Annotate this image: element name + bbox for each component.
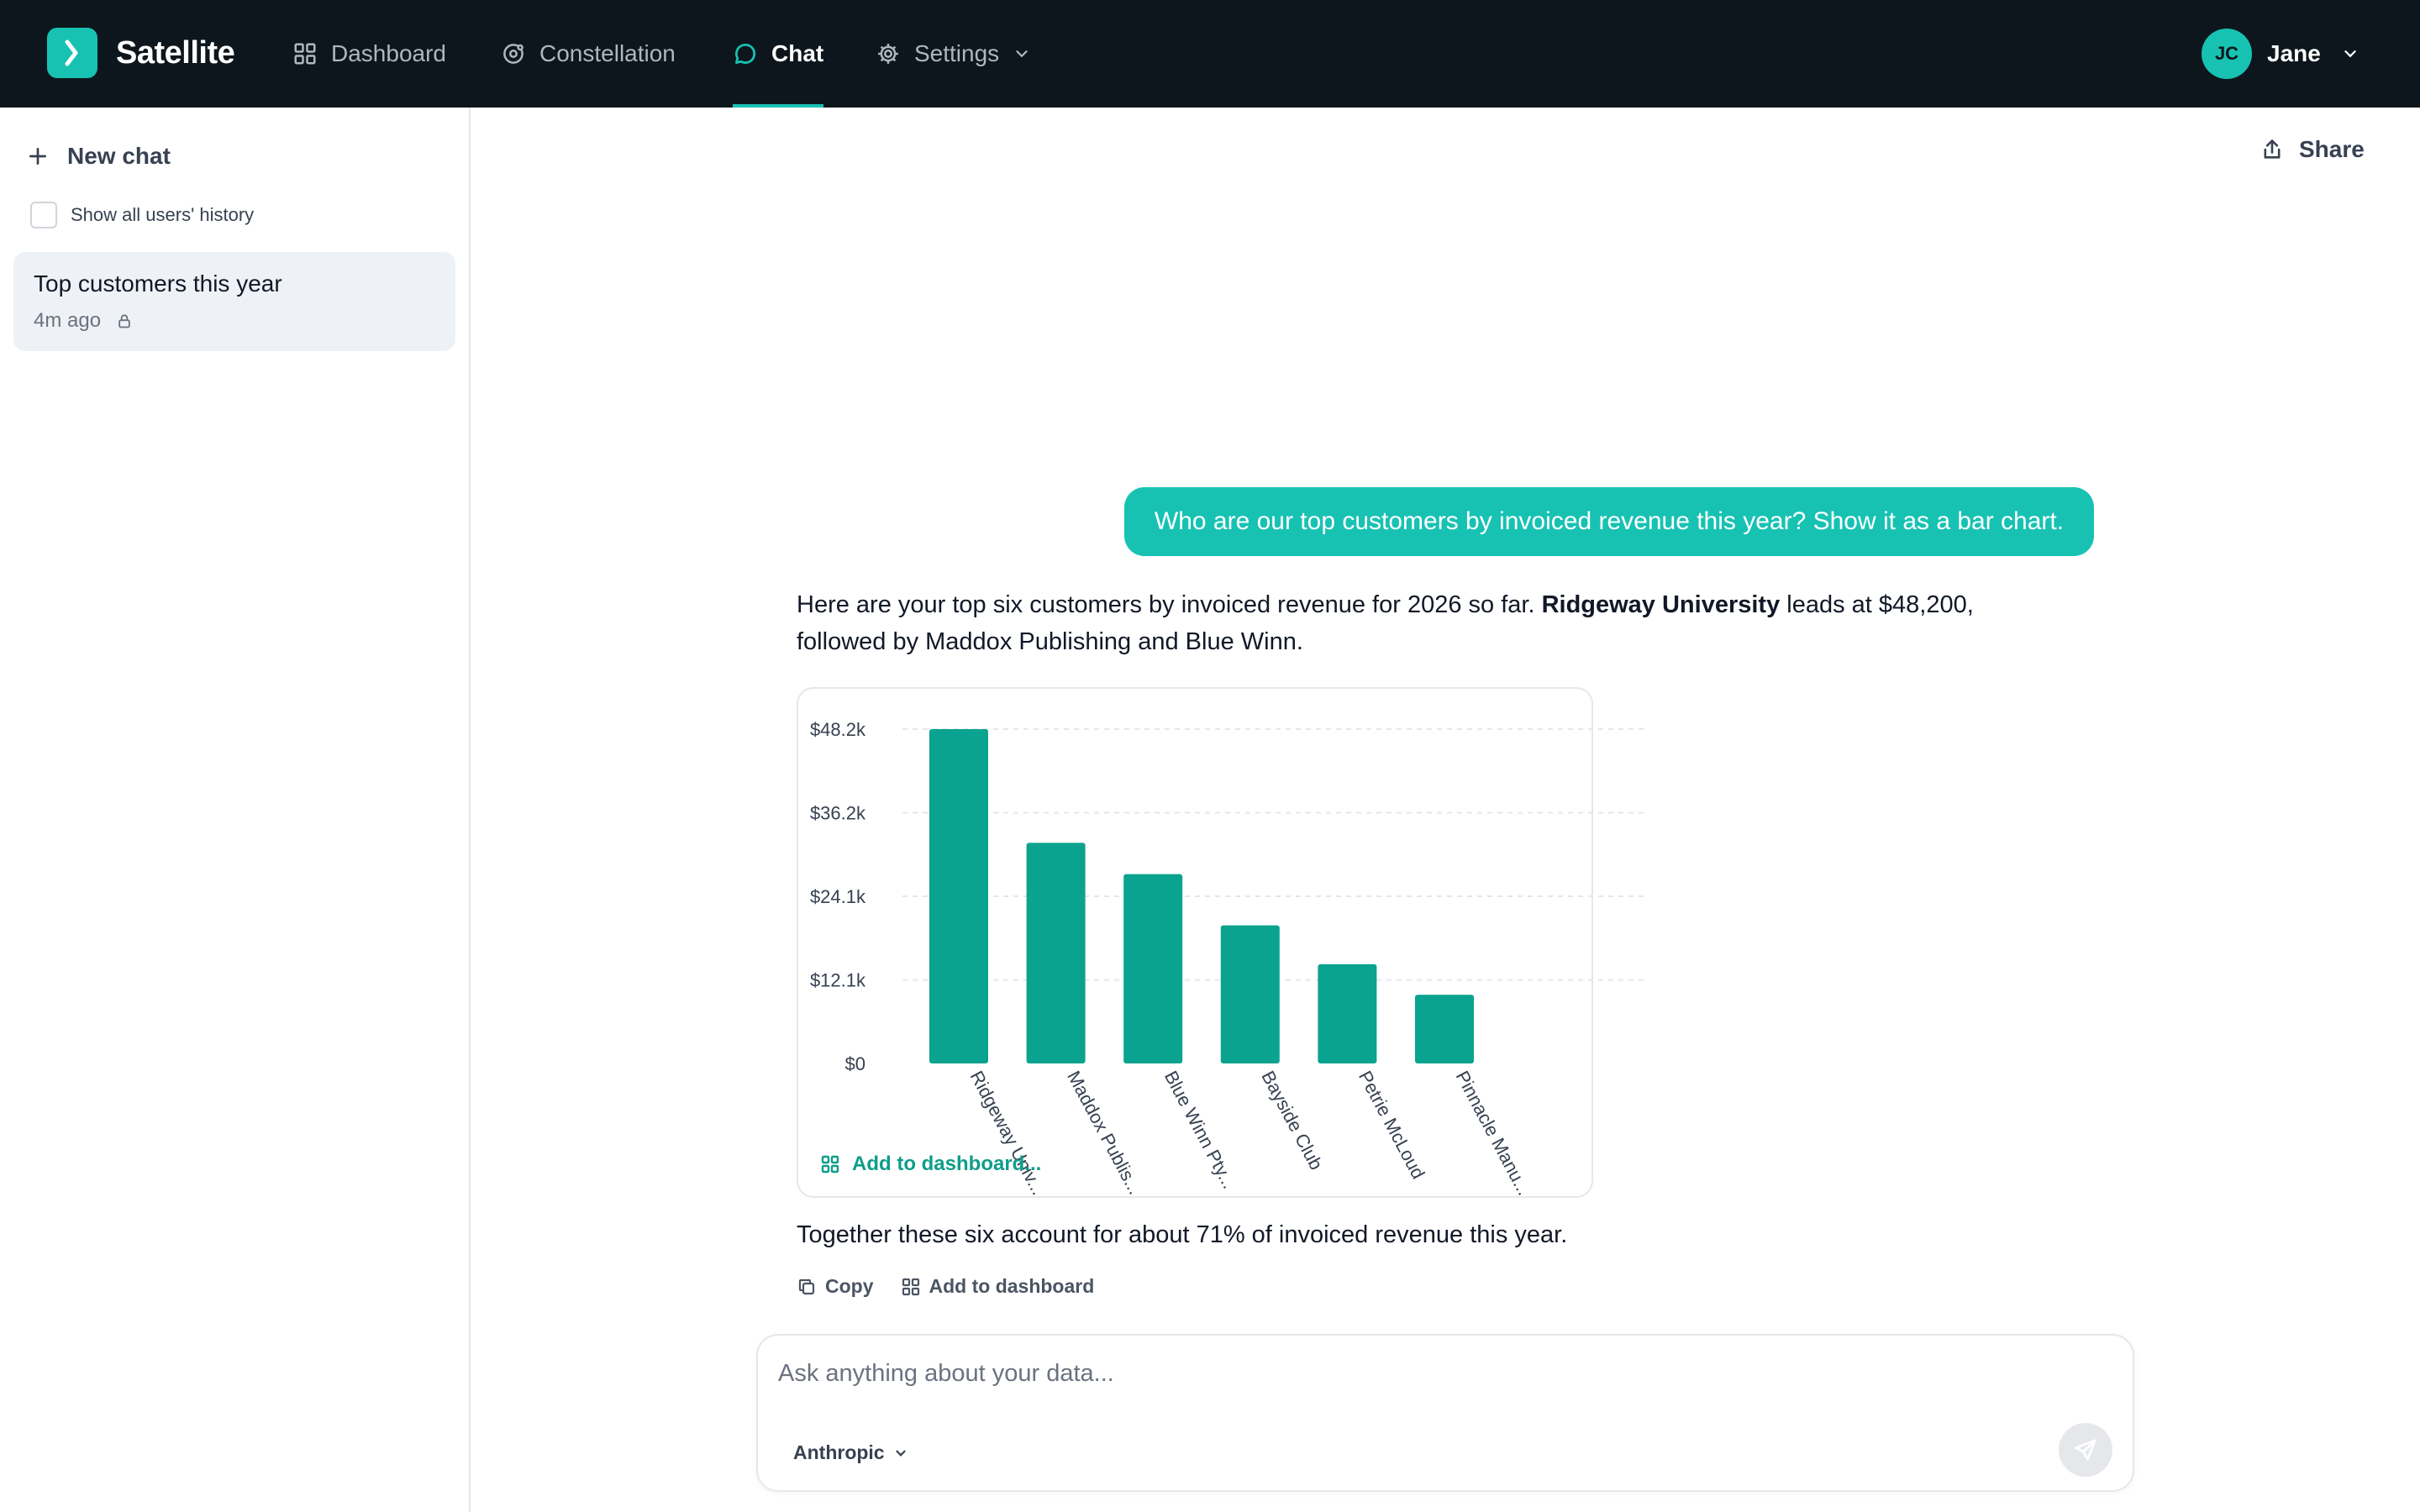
user-name: Jane	[2267, 40, 2321, 66]
share-label: Share	[2299, 136, 2365, 162]
nav-constellation[interactable]: Constellation	[501, 0, 676, 108]
chart-add-to-dashboard-label: Add to dashboard...	[852, 1152, 1042, 1175]
x-tick-label: Maddox Publis...	[1063, 1068, 1145, 1198]
history-item-meta: 4m ago	[34, 309, 133, 333]
send-icon	[2075, 1439, 2096, 1461]
nav-settings-label: Settings	[914, 40, 1000, 66]
history-item[interactable]: Top customers this year 4m ago	[13, 252, 455, 351]
y-tick-label: $24.1k	[810, 886, 866, 907]
nav-dashboard[interactable]: Dashboard	[292, 0, 446, 108]
lock-icon	[118, 314, 130, 328]
chat-sidebar: New chat Show all users' history Top cus…	[0, 108, 471, 1512]
x-tick-label: Blue Winn Pty...	[1160, 1068, 1240, 1192]
answer-highlight: Ridgeway University	[1541, 591, 1781, 618]
show-history-label: Show all users' history	[71, 204, 255, 225]
x-tick-label: Ridgeway Univ...	[966, 1068, 1050, 1199]
copy-icon	[798, 1278, 815, 1294]
assistant-message: Here are your top six customers by invoi…	[797, 586, 2057, 660]
nav-chat[interactable]: Chat	[733, 0, 824, 108]
y-tick-label: $48.2k	[810, 719, 866, 740]
add-to-dashboard-label: Add to dashboard	[929, 1275, 1095, 1297]
send-button[interactable]	[2059, 1423, 2112, 1477]
grid-icon	[294, 43, 316, 65]
x-tick-label: Bayside Club	[1257, 1068, 1327, 1173]
y-tick-label: $0	[845, 1053, 865, 1074]
bar-chart-card: $0 $12.1k $24.1k $36.2k $48.2k Ridgeway Univ.…	[797, 687, 1645, 1199]
bar	[1026, 843, 1086, 1063]
chat-input[interactable]	[778, 1352, 2039, 1394]
model-selector-label: Anthropic	[793, 1441, 885, 1463]
message-actions: Copy Add to dashboard	[797, 1275, 1121, 1298]
chevron-down-icon	[895, 1450, 906, 1457]
chat-bubble-icon	[735, 43, 756, 64]
gear-icon	[878, 44, 898, 64]
new-chat-label: New chat	[67, 143, 171, 169]
chevron-down-icon	[1016, 50, 1028, 58]
share-icon	[2264, 139, 2281, 159]
answer-text-start: Here are your top six customers by invoi…	[797, 591, 1542, 618]
bar	[1415, 995, 1474, 1063]
model-selector[interactable]: Anthropic	[793, 1441, 908, 1464]
history-item-title: Top customers this year	[34, 270, 282, 297]
message-composer: Anthropic	[756, 1334, 2134, 1492]
nav-constellation-label: Constellation	[539, 40, 676, 66]
copy-label: Copy	[825, 1275, 874, 1297]
grid-icon	[902, 1278, 919, 1295]
satellite-logo-icon	[47, 28, 97, 78]
app-name: Satellite	[116, 34, 235, 71]
share-button[interactable]: Share	[2260, 136, 2365, 163]
user-message: Who are our top customers by invoiced re…	[1124, 487, 2094, 556]
user-menu[interactable]: JC Jane	[2202, 29, 2360, 79]
y-tick-label: $36.2k	[810, 803, 866, 824]
grid-icon	[821, 1155, 839, 1173]
bar-chart: $0 $12.1k $24.1k $36.2k $48.2k Ridgeway Univ.…	[810, 719, 1645, 1199]
bar	[1123, 874, 1183, 1063]
orbit-icon	[503, 44, 523, 64]
bar	[929, 729, 988, 1063]
y-tick-label: $12.1k	[810, 970, 866, 991]
new-chat-button[interactable]: New chat	[27, 143, 171, 170]
bar	[1318, 963, 1377, 1063]
bar	[1220, 925, 1280, 1063]
x-tick-label: Pinnacle Manu...	[1452, 1068, 1535, 1199]
brand[interactable]: Satellite	[47, 28, 235, 78]
nav-settings[interactable]: Settings	[876, 0, 1031, 108]
x-tick-label: Petrie McLoud	[1355, 1068, 1429, 1183]
nav-dashboard-label: Dashboard	[331, 40, 446, 66]
history-item-time: 4m ago	[34, 309, 102, 332]
avatar: JC	[2202, 29, 2252, 79]
nav-chat-label: Chat	[771, 40, 824, 66]
chart-add-to-dashboard-button[interactable]: Add to dashboard...	[820, 1152, 1041, 1176]
assistant-summary: Together these six account for about 71%…	[797, 1221, 1568, 1248]
show-history-checkbox[interactable]	[30, 202, 57, 228]
copy-button[interactable]: Copy	[797, 1275, 874, 1298]
top-navigation-bar: Satellite Dashboard Constellation Chat S…	[0, 0, 2420, 108]
show-all-history-toggle[interactable]: Show all users' history	[30, 202, 254, 228]
plus-icon	[29, 147, 47, 165]
chevron-down-icon	[2344, 50, 2356, 58]
add-to-dashboard-button[interactable]: Add to dashboard	[901, 1275, 1095, 1298]
